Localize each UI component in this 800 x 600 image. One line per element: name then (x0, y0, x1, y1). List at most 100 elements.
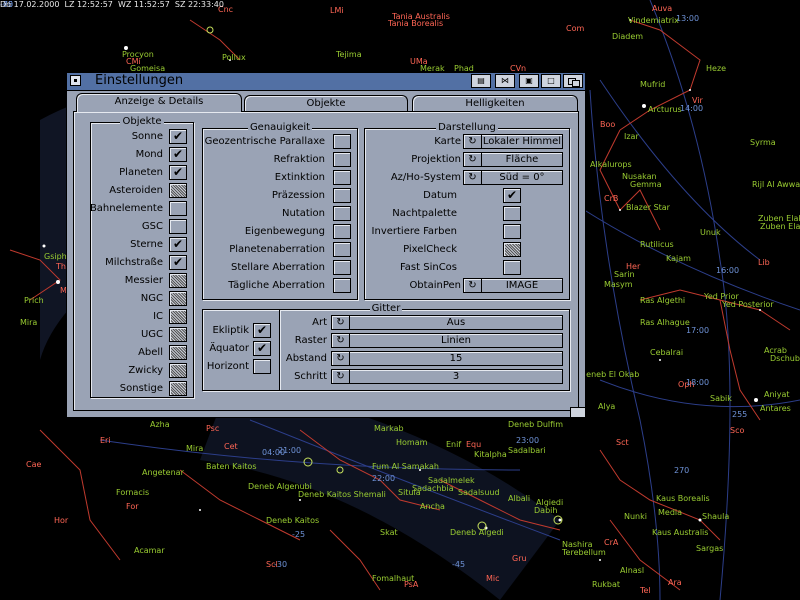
map-label-star: Diadem (612, 32, 644, 41)
snapshot-icon[interactable]: ▣ (519, 74, 539, 88)
objekte-option-checkbox[interactable] (169, 219, 187, 234)
obtainpen-cycle-gadget[interactable]: ↻ IMAGE (463, 278, 563, 293)
genauigkeit-group: Genauigkeit Geozentrische Parallaxe Refra… (202, 122, 358, 300)
gitter-cycle-label: Abstand (285, 353, 327, 364)
objekte-option-checkbox[interactable] (169, 237, 187, 252)
darstellung-option-checkbox[interactable] (503, 206, 521, 221)
objekte-option-label: Sonne (131, 131, 163, 142)
map-label-star: Rijl Al Awwa (752, 180, 800, 189)
map-label-constellation: CrA (604, 538, 619, 547)
objekte-option-checkbox[interactable] (169, 255, 187, 270)
darstellung-option: Datum (365, 187, 567, 205)
map-label-constellation: For (126, 502, 139, 511)
genauigkeit-option-checkbox[interactable] (333, 188, 351, 203)
map-label-star: Situla (398, 488, 421, 497)
settings-window: Einstellungen ▤ ⋈ ▣ □ Anzeige & Details … (66, 72, 586, 418)
genauigkeit-option-checkbox[interactable] (333, 206, 351, 221)
map-label-star: Blazer Star (626, 203, 670, 212)
objekte-option: Milchstraße (91, 254, 191, 272)
objekte-option: Asteroiden (91, 182, 191, 200)
window-titlebar[interactable]: Einstellungen ▤ ⋈ ▣ □ (67, 73, 585, 91)
map-label-star: Albali (508, 494, 531, 503)
genauigkeit-option-checkbox[interactable] (333, 260, 351, 275)
star (199, 509, 201, 511)
map-label-star: Sabik (710, 394, 732, 403)
map-label-star: Arcturus (648, 105, 682, 114)
objekte-option-checkbox[interactable] (169, 183, 187, 198)
tab-objekte[interactable]: Objekte (244, 95, 408, 111)
objekte-option-checkbox[interactable] (169, 147, 187, 162)
objekte-option-label: Bahnelemente (89, 203, 163, 214)
objekte-option: Bahnelemente (89, 200, 191, 218)
map-label-star: Tejima (336, 50, 362, 59)
genauigkeit-option-checkbox[interactable] (333, 242, 351, 257)
objekte-option-label: IC (153, 311, 163, 322)
objekte-option-label: Messier (124, 275, 163, 286)
iconify-icon[interactable]: ▤ (471, 74, 491, 88)
genauigkeit-option-checkbox[interactable] (333, 170, 351, 185)
gitter-option-checkbox[interactable] (253, 359, 271, 374)
gitter-option-checkbox[interactable] (253, 323, 271, 338)
objekte-option-checkbox[interactable] (169, 129, 187, 144)
star (689, 89, 691, 91)
darstellung-cycle-label: Projektion (411, 154, 461, 165)
darstellung-cycle-gadget[interactable]: ↻ Süd = 0° (463, 170, 563, 185)
gitter-cycle-gadget[interactable]: ↻ Linien (331, 333, 563, 348)
map-label-grid: 13:00 (676, 14, 700, 23)
star (56, 280, 60, 284)
objekte-option: Sterne (91, 236, 191, 254)
genauigkeit-option-label: Refraktion (273, 154, 325, 165)
darstellung-option-checkbox[interactable] (503, 224, 521, 239)
darstellung-cycle-value: Süd = 0° (499, 172, 545, 183)
genauigkeit-option-checkbox[interactable] (333, 278, 351, 293)
gitter-cycle-gadget[interactable]: ↻ 15 (331, 351, 563, 366)
objekte-option: IC (91, 308, 191, 326)
darstellung-option-checkbox[interactable] (503, 260, 521, 275)
map-label-constellation: Sct (616, 438, 629, 447)
darstellung-group: Darstellung Karte ↻ Lokaler Himmel Projekti… (364, 122, 570, 300)
darstellung-cycle-gadget[interactable]: ↻ Lokaler Himmel (463, 134, 563, 149)
map-label-grid: 16:00 (716, 266, 740, 275)
map-label-star: Ras Algethi (640, 296, 686, 305)
tab-anzeige-details[interactable]: Anzeige & Details (76, 93, 242, 112)
gitter-cycle-row: Raster ↻ Linien (283, 332, 567, 350)
darstellung-cycle-row: Projektion ↻ Fläche (365, 151, 567, 169)
objekte-option-label: Milchstraße (105, 257, 163, 268)
objekte-option-checkbox[interactable] (169, 201, 187, 216)
constellation-line (39, 429, 121, 561)
objekte-option-checkbox[interactable] (169, 291, 187, 306)
jump-icon[interactable]: ⋈ (495, 74, 515, 88)
resize-grip-icon[interactable] (570, 407, 585, 417)
darstellung-option-checkbox[interactable] (503, 242, 521, 257)
map-label-star: Heze (706, 64, 727, 73)
map-label-constellation: Boo (600, 120, 616, 129)
objekte-option-checkbox[interactable] (169, 273, 187, 288)
objekte-option-checkbox[interactable] (169, 309, 187, 324)
darstellung-option-checkbox[interactable] (503, 188, 521, 203)
gitter-cycle-gadget[interactable]: ↻ Aus (331, 315, 563, 330)
zoom-icon[interactable]: □ (541, 74, 561, 88)
map-label-star: Pollux (222, 53, 246, 62)
close-icon[interactable] (70, 75, 81, 86)
genauigkeit-option-checkbox[interactable] (333, 134, 351, 149)
gitter-cycle-gadget[interactable]: ↻ 3 (331, 369, 563, 384)
map-label-constellation: LMi (330, 6, 344, 15)
map-label-star: Deneb Kaitos Shemali (298, 490, 386, 499)
objekte-option: UGC (91, 326, 191, 344)
map-label-star: Aniyat (764, 390, 790, 399)
darstellung-cycle-gadget[interactable]: ↻ Fläche (463, 152, 563, 167)
objekte-option-checkbox[interactable] (169, 363, 187, 378)
map-label-star: Algiedi (536, 498, 564, 507)
objekte-group: Objekte Sonne Mond Planeten Asteroiden Bahne… (89, 116, 194, 398)
map-label-star: Kajam (666, 254, 691, 263)
map-label-star: Rutilicus (640, 240, 674, 249)
objekte-option-checkbox[interactable] (169, 327, 187, 342)
objekte-option-checkbox[interactable] (169, 381, 187, 396)
depth-icon[interactable] (563, 74, 583, 88)
tab-helligkeiten[interactable]: Helligkeiten (412, 95, 578, 111)
genauigkeit-option-checkbox[interactable] (333, 152, 351, 167)
objekte-option-checkbox[interactable] (169, 165, 187, 180)
objekte-option-checkbox[interactable] (169, 345, 187, 360)
gitter-option-checkbox[interactable] (253, 341, 271, 356)
genauigkeit-option-checkbox[interactable] (333, 224, 351, 239)
